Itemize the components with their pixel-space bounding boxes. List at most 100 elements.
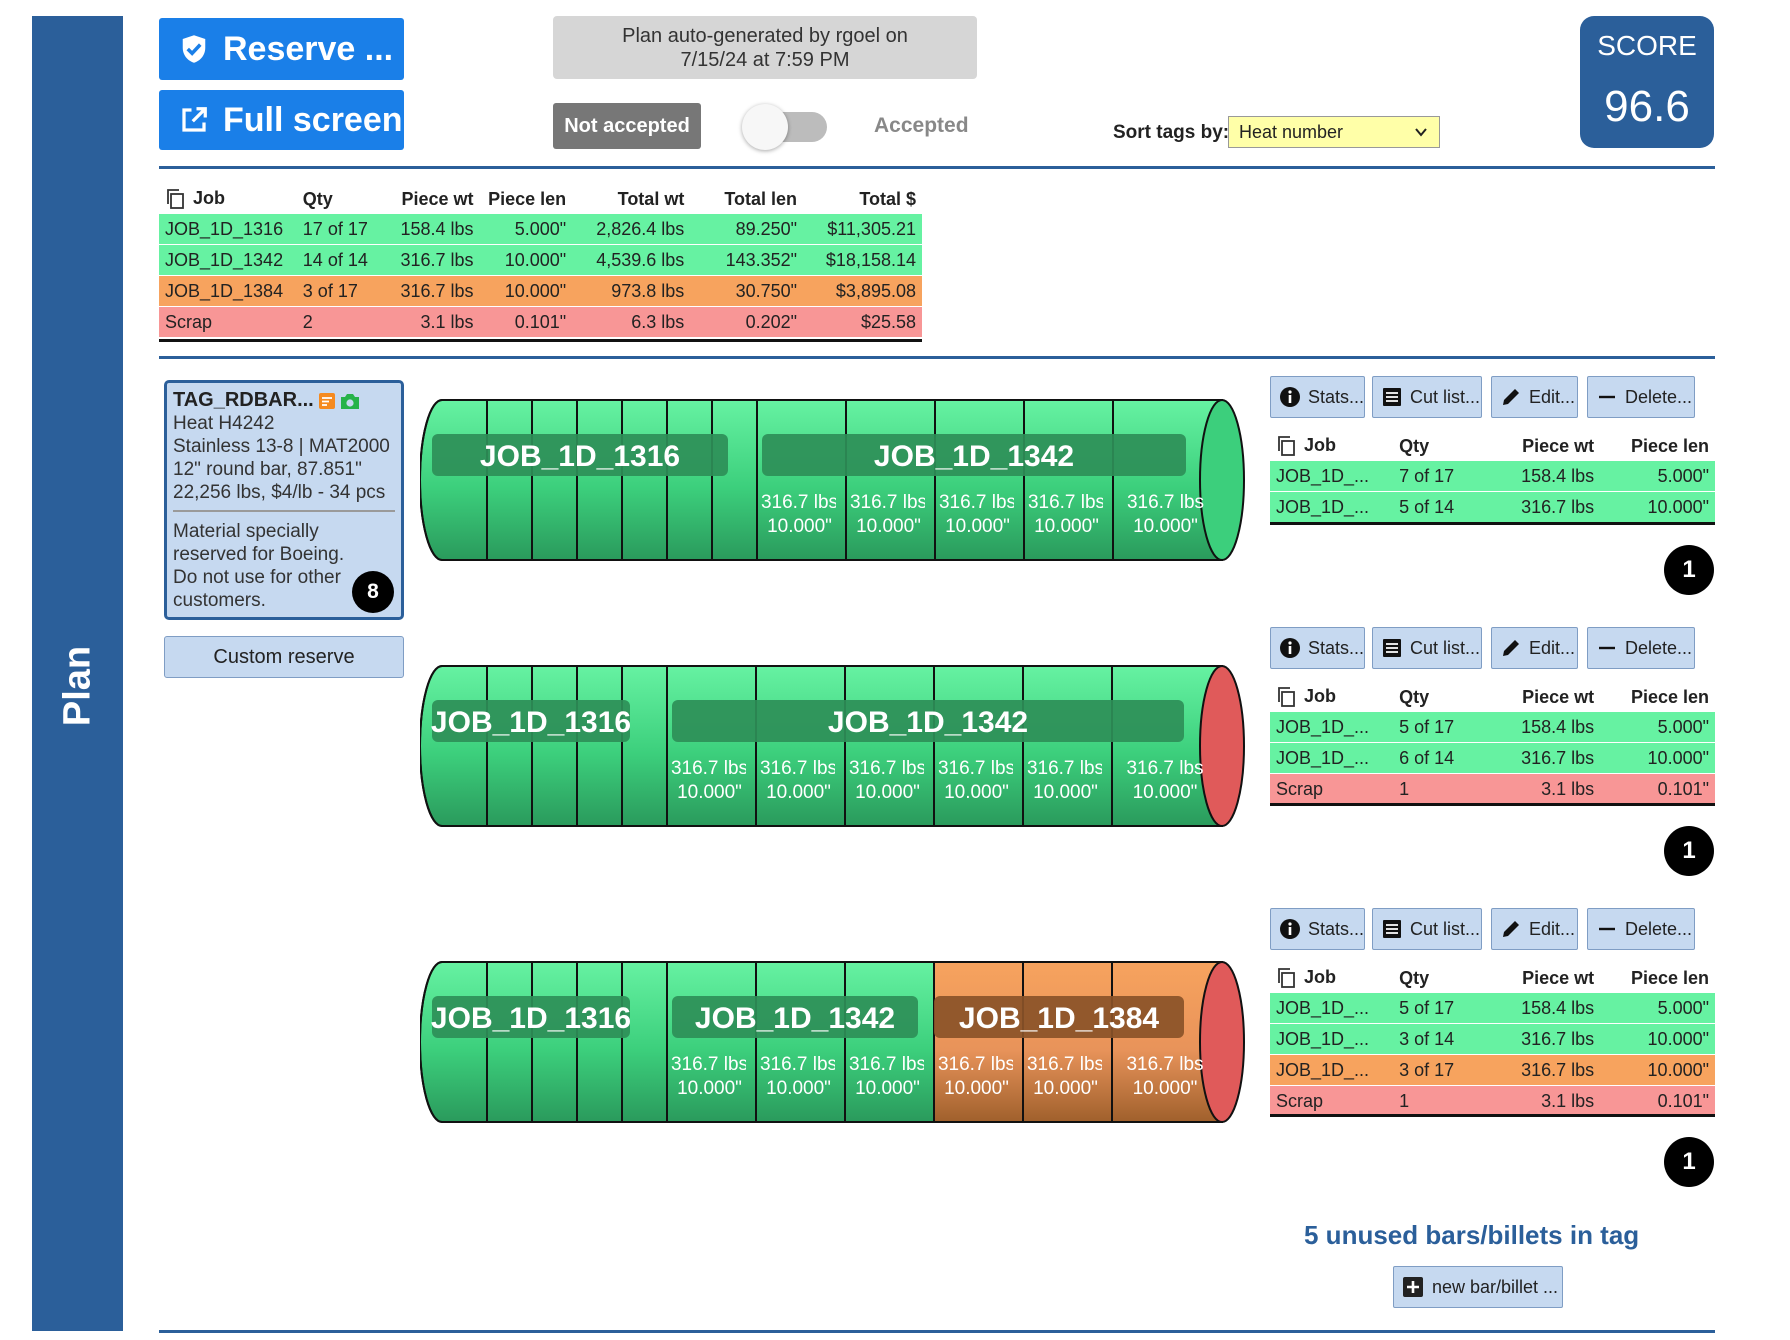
full-screen-button[interactable]: Full screen — [159, 90, 404, 150]
sort-tags-selected-value: Heat number — [1239, 121, 1344, 142]
score-value: 96.6 — [1604, 82, 1690, 131]
pencil-icon — [1503, 640, 1519, 656]
summary-cell: 158.4 lbs — [383, 214, 480, 245]
piece-length-label: 10.000" — [766, 1078, 831, 1099]
custom-reserve-button[interactable]: Custom reserve — [164, 636, 404, 678]
piece-length-label: 10.000" — [1133, 782, 1198, 803]
piece-weight-label: 316.7 lbs — [849, 758, 926, 779]
stats-button[interactable]: Stats... — [1270, 908, 1365, 950]
bar-header-piece-len: Piece len — [1630, 435, 1709, 456]
piece-weight-label: 316.7 lbs — [1028, 492, 1105, 513]
bar-table-cell: 1 — [1393, 1085, 1484, 1117]
tag-count-badge: 8 — [352, 571, 394, 613]
bar-table-underline — [1270, 1114, 1715, 1117]
bar-table-cell: 316.7 lbs — [1483, 1023, 1601, 1055]
bar-segment-label: JOB_1D_1316 — [431, 706, 631, 739]
bar-table-cell: 3.1 lbs — [1483, 1085, 1601, 1117]
piece-weight-label: 316.7 lbs — [761, 492, 838, 513]
bar-piece — [420, 665, 488, 827]
delete-button[interactable]: Delete... — [1587, 627, 1695, 669]
edit-button[interactable]: Edit... — [1491, 908, 1578, 950]
bar-table-cell: 316.7 lbs — [1483, 491, 1601, 523]
cut-list-button[interactable]: Cut list... — [1372, 376, 1482, 418]
summary-cell: $11,305.21 — [803, 214, 922, 245]
list-icon — [1383, 639, 1401, 657]
bar-table-cell: 6 of 14 — [1393, 742, 1484, 774]
delete-button[interactable]: Delete... — [1587, 908, 1695, 950]
plan-info-line2: 7/15/24 at 7:59 PM — [680, 48, 850, 71]
piece-length-label: 10.000" — [1033, 782, 1098, 803]
bar-graphic-3[interactable]: JOB_1D_1316 JOB_1D_1342 JOB_1D_1384 316.7 l… — [420, 952, 1250, 1132]
bar-table-cell: 5.000" — [1600, 461, 1715, 492]
piece-length-label: 10.000" — [677, 782, 742, 803]
plan-info-line1: Plan auto-generated by rgoel on — [622, 24, 908, 47]
summary-header-row: Job Qty Piece wt Piece len Total wt Tota… — [159, 184, 922, 214]
bar-table-cell: JOB_1D_... — [1270, 1054, 1394, 1086]
piece-length-label: 10.000" — [1033, 1078, 1098, 1099]
copy-icon[interactable] — [1276, 686, 1296, 708]
summary-header-piece-len: Piece len — [488, 188, 567, 209]
bar-table-cell: 10.000" — [1600, 1054, 1715, 1086]
piece-weight-label: 316.7 lbs — [938, 758, 1015, 779]
sort-tags-label: Sort tags by: — [1113, 122, 1230, 143]
plan-sidebar-label: Plan — [56, 645, 98, 727]
stats-button[interactable]: Stats... — [1270, 376, 1365, 418]
bar-table-cell: JOB_1D_... — [1270, 742, 1394, 774]
bar-header-piece-len: Piece len — [1630, 686, 1709, 707]
bar-segment-label: JOB_1D_1384 — [959, 1002, 1159, 1035]
bar-graphic-2[interactable]: JOB_1D_1316 JOB_1D_1342 316.7 lbs 10.000" 31… — [420, 656, 1250, 836]
summary-table-underline — [159, 339, 922, 342]
bar-end-cap — [1199, 399, 1245, 561]
piece-weight-label: 316.7 lbs — [1126, 758, 1203, 779]
bar-segment-label: JOB_1D_1316 — [431, 1002, 631, 1035]
camera-icon[interactable] — [340, 392, 360, 410]
piece-weight-label: 316.7 lbs — [760, 1054, 837, 1075]
info-icon — [1280, 638, 1300, 658]
cut-list-button[interactable]: Cut list... — [1372, 908, 1482, 950]
delete-button[interactable]: Delete... — [1587, 376, 1695, 418]
stats-button[interactable]: Stats... — [1270, 627, 1365, 669]
bar-header-qty: Qty — [1399, 686, 1430, 707]
new-bar-button[interactable]: new bar/billet ... — [1393, 1266, 1563, 1308]
bar-table-cell: JOB_1D_... — [1270, 461, 1394, 492]
copy-icon[interactable] — [1276, 967, 1296, 989]
piece-length-label: 10.000" — [677, 1078, 742, 1099]
bar-header-job: Job — [1270, 963, 1393, 993]
accepted-label: Accepted — [874, 114, 969, 137]
reserve-button[interactable]: Reserve ... — [159, 18, 404, 80]
bar-table-cell: Scrap — [1270, 1085, 1394, 1117]
edit-button-label: Edit... — [1529, 918, 1576, 939]
delete-button-label: Delete... — [1625, 386, 1693, 407]
summary-header-total-len: Total len — [724, 188, 798, 209]
bar-table-cell: JOB_1D_... — [1270, 993, 1394, 1024]
summary-header-piece-wt: Piece wt — [401, 188, 474, 209]
accept-toggle-knob[interactable] — [742, 104, 788, 150]
edit-button[interactable]: Edit... — [1491, 627, 1578, 669]
edit-button[interactable]: Edit... — [1491, 376, 1578, 418]
bar-piece — [420, 961, 488, 1123]
bar-cut-table: Job Qty Piece wt Piece len JOB_1D_... 7 of 17… — [1270, 431, 1715, 523]
bar-table-cell: 3.1 lbs — [1483, 773, 1601, 805]
summary-cell: 14 of 14 — [296, 244, 384, 276]
bar-header-piece-wt: Piece wt — [1522, 967, 1595, 988]
copy-icon[interactable] — [165, 188, 185, 210]
delete-button-label: Delete... — [1625, 918, 1693, 939]
bar-graphic-1[interactable]: JOB_1D_1316 JOB_1D_1342 316.7 lbs 10.000" 31… — [420, 390, 1250, 570]
bar-table-cell: 0.101" — [1600, 773, 1715, 805]
summary-cell: 316.7 lbs — [383, 275, 480, 307]
copy-icon[interactable] — [1276, 435, 1296, 457]
divider — [159, 356, 1715, 359]
piece-length-label: 10.000" — [767, 516, 832, 537]
full-screen-button-label: Full screen — [223, 100, 403, 139]
sort-tags-select[interactable]: Heat number — [1228, 116, 1440, 148]
piece-weight-label: 316.7 lbs — [760, 758, 837, 779]
not-accepted-button[interactable]: Not accepted — [553, 103, 701, 149]
bar-cut-table: Job Qty Piece wt Piece len JOB_1D_... 5 of 17… — [1270, 682, 1715, 805]
cut-list-button[interactable]: Cut list... — [1372, 627, 1482, 669]
bar-table-cell: 10.000" — [1600, 742, 1715, 774]
note-icon[interactable] — [318, 392, 336, 410]
bar-table-cell: 5 of 17 — [1393, 993, 1484, 1024]
piece-weight-label: 316.7 lbs — [671, 1054, 748, 1075]
plan-sidebar: Plan — [32, 16, 123, 1331]
bar-count-badge: 1 — [1664, 1137, 1714, 1187]
